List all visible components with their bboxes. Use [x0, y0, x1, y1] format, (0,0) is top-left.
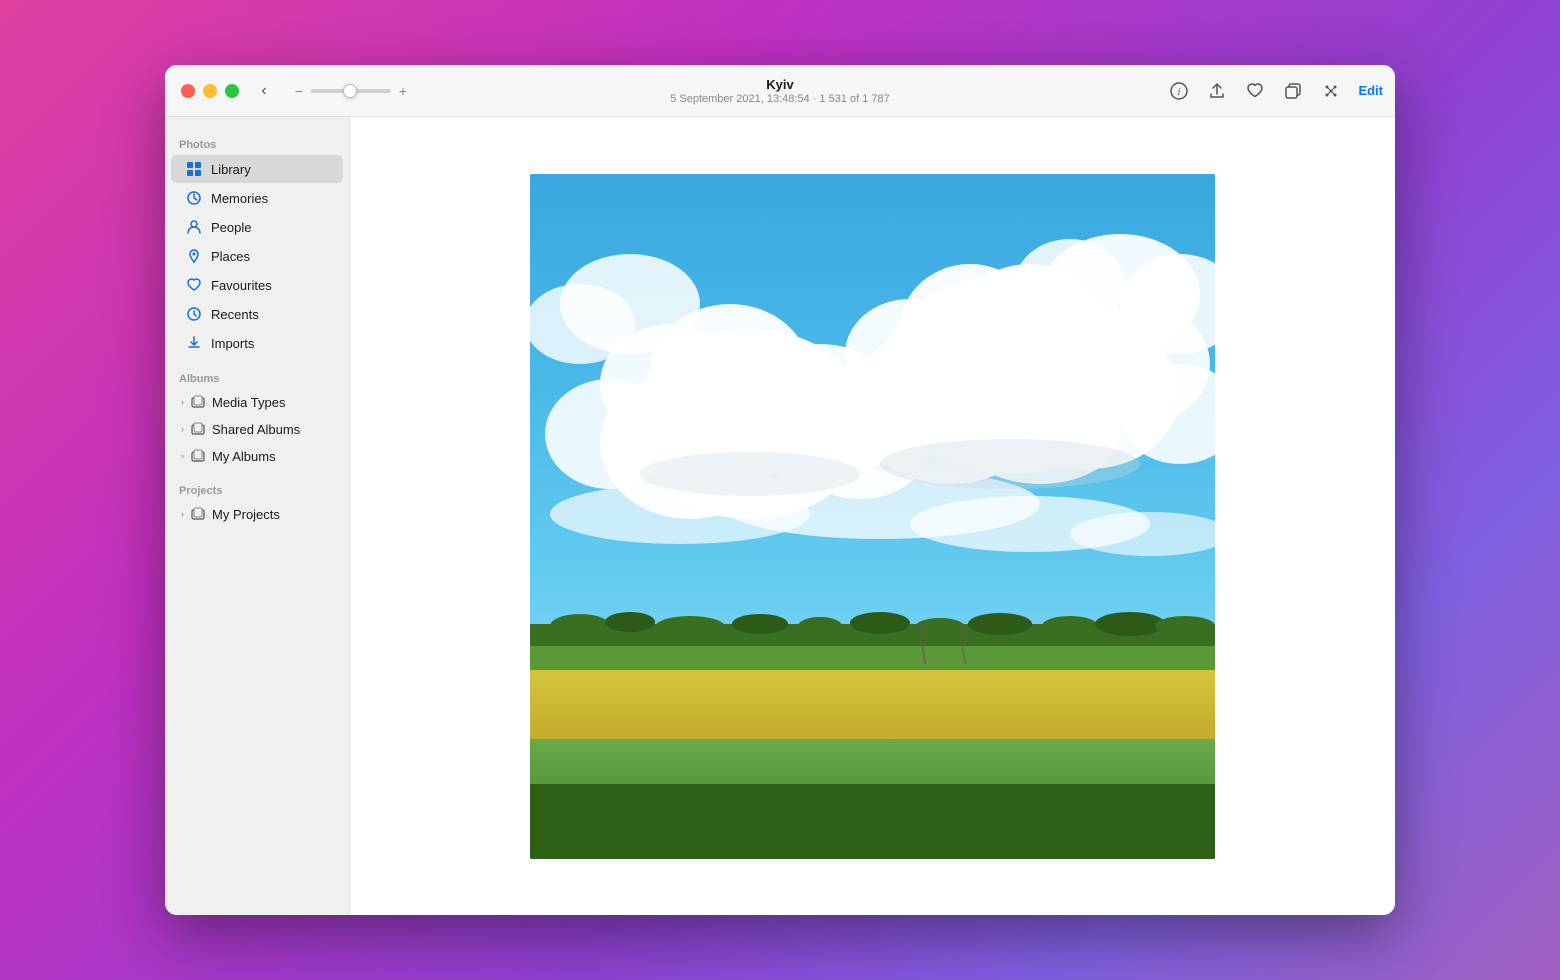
media-types-icon: [190, 394, 206, 410]
people-icon: [185, 218, 203, 236]
sidebar-item-favourites[interactable]: Favourites: [171, 271, 343, 299]
zoom-slider[interactable]: [311, 89, 391, 93]
recents-icon: [185, 305, 203, 323]
places-icon: [185, 247, 203, 265]
sidebar-item-shared-albums[interactable]: › Shared Albums: [171, 416, 343, 442]
recents-label: Recents: [211, 307, 259, 322]
zoom-minus-button[interactable]: −: [291, 83, 307, 99]
shared-albums-icon: [190, 421, 206, 437]
svg-text:i: i: [1178, 87, 1181, 98]
my-albums-chevron: ›: [181, 451, 184, 461]
albums-section-label: Albums: [165, 373, 349, 385]
imports-label: Imports: [211, 336, 254, 351]
window-controls: [181, 84, 239, 98]
memories-label: Memories: [211, 191, 268, 206]
zoom-thumb: [343, 84, 357, 98]
sidebar-item-my-albums[interactable]: › My Albums: [171, 443, 343, 469]
back-button[interactable]: ‹: [253, 80, 275, 102]
memories-icon: [185, 189, 203, 207]
library-icon: [185, 160, 203, 178]
sidebar-item-people[interactable]: People: [171, 213, 343, 241]
sidebar-item-media-types[interactable]: › Media Types: [171, 389, 343, 415]
places-label: Places: [211, 249, 250, 264]
library-label: Library: [211, 162, 251, 177]
sidebar: Photos Library: [165, 117, 350, 915]
photo-subtitle: 5 September 2021, 13:48:54 · 1 531 of 1 …: [670, 93, 890, 105]
zoom-control: − +: [291, 83, 411, 99]
photo-area: [350, 117, 1395, 915]
photo-title: Kyiv: [670, 77, 890, 92]
photo-clouds: [530, 174, 1215, 859]
sidebar-item-library[interactable]: Library: [171, 155, 343, 183]
maximize-button[interactable]: [225, 84, 239, 98]
people-label: People: [211, 220, 251, 235]
edit-button[interactable]: Edit: [1358, 83, 1383, 98]
favourites-label: Favourites: [211, 278, 272, 293]
titlebar-center: Kyiv 5 September 2021, 13:48:54 · 1 531 …: [670, 77, 890, 105]
shared-albums-chevron: ›: [181, 424, 184, 434]
sidebar-item-recents[interactable]: Recents: [171, 300, 343, 328]
app-window: ‹ − + Kyiv 5 September 2021, 13:48:54 · …: [165, 65, 1395, 915]
titlebar-left: ‹ − +: [253, 80, 411, 102]
imports-icon: [185, 334, 203, 352]
sidebar-item-places[interactable]: Places: [171, 242, 343, 270]
media-types-label: Media Types: [212, 395, 285, 410]
close-button[interactable]: [181, 84, 195, 98]
my-albums-label: My Albums: [212, 449, 276, 464]
zoom-plus-button[interactable]: +: [395, 83, 411, 99]
copy-button[interactable]: [1282, 80, 1304, 102]
magic-button[interactable]: [1320, 80, 1342, 102]
photo-container: [350, 117, 1395, 915]
favourite-button[interactable]: [1244, 80, 1266, 102]
my-projects-chevron: ›: [181, 509, 184, 519]
my-projects-label: My Projects: [212, 507, 280, 522]
photo-display: [530, 174, 1215, 859]
my-albums-icon: [190, 448, 206, 464]
info-button[interactable]: i: [1168, 80, 1190, 102]
minimize-button[interactable]: [203, 84, 217, 98]
sidebar-item-my-projects[interactable]: › My Projects: [171, 501, 343, 527]
main-content: Photos Library: [165, 117, 1395, 915]
sidebar-item-memories[interactable]: Memories: [171, 184, 343, 212]
media-types-chevron: ›: [181, 397, 184, 407]
projects-section-label: Projects: [165, 485, 349, 497]
my-projects-icon: [190, 506, 206, 522]
titlebar-actions: i: [1168, 80, 1383, 102]
sidebar-item-imports[interactable]: Imports: [171, 329, 343, 357]
shared-albums-label: Shared Albums: [212, 422, 300, 437]
titlebar: ‹ − + Kyiv 5 September 2021, 13:48:54 · …: [165, 65, 1395, 117]
favourites-icon: [185, 276, 203, 294]
photos-section-label: Photos: [165, 139, 349, 151]
share-button[interactable]: [1206, 80, 1228, 102]
